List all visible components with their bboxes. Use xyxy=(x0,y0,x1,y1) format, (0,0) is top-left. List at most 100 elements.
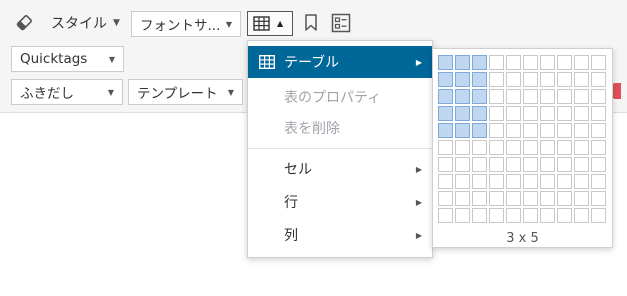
font-size-dropdown[interactable]: フォントサ... ▼ xyxy=(131,11,241,37)
menu-item-cell[interactable]: セル ▶ xyxy=(248,153,432,185)
grid-cell[interactable] xyxy=(455,72,470,87)
grid-cell[interactable] xyxy=(472,174,487,189)
grid-cell[interactable] xyxy=(540,140,555,155)
grid-cell[interactable] xyxy=(489,140,504,155)
grid-cell[interactable] xyxy=(438,174,453,189)
grid-cell[interactable] xyxy=(591,123,606,138)
grid-cell[interactable] xyxy=(506,123,521,138)
grid-cell[interactable] xyxy=(455,191,470,206)
grid-cell[interactable] xyxy=(438,89,453,104)
grid-cell[interactable] xyxy=(523,157,538,172)
menu-item-column[interactable]: 列 ▶ xyxy=(248,219,432,251)
grid-cell[interactable] xyxy=(472,140,487,155)
grid-cell[interactable] xyxy=(574,106,589,121)
grid-cell[interactable] xyxy=(489,72,504,87)
grid-cell[interactable] xyxy=(557,89,572,104)
fukidashi-dropdown[interactable]: ふきだし ▼ xyxy=(11,79,123,105)
grid-cell[interactable] xyxy=(591,140,606,155)
grid-cell[interactable] xyxy=(455,123,470,138)
quicktags-dropdown[interactable]: Quicktags ▼ xyxy=(11,46,124,72)
grid-cell[interactable] xyxy=(557,191,572,206)
grid-cell[interactable] xyxy=(438,123,453,138)
grid-cell[interactable] xyxy=(540,208,555,223)
grid-cell[interactable] xyxy=(438,191,453,206)
grid-cell[interactable] xyxy=(472,123,487,138)
grid-cell[interactable] xyxy=(557,106,572,121)
style-dropdown[interactable]: スタイル ▼ xyxy=(51,13,120,33)
grid-cell[interactable] xyxy=(557,140,572,155)
grid-cell[interactable] xyxy=(574,123,589,138)
grid-cell[interactable] xyxy=(574,89,589,104)
grid-cell[interactable] xyxy=(557,208,572,223)
grid-cell[interactable] xyxy=(557,123,572,138)
grid-cell[interactable] xyxy=(540,106,555,121)
eraser-icon[interactable] xyxy=(14,11,38,35)
grid-cell[interactable] xyxy=(455,174,470,189)
grid-cell[interactable] xyxy=(506,191,521,206)
grid-cell[interactable] xyxy=(455,208,470,223)
grid-cell[interactable] xyxy=(506,208,521,223)
grid-cell[interactable] xyxy=(506,157,521,172)
grid-cell[interactable] xyxy=(506,140,521,155)
grid-cell[interactable] xyxy=(591,55,606,70)
grid-cell[interactable] xyxy=(472,72,487,87)
grid-cell[interactable] xyxy=(557,72,572,87)
bookmark-button[interactable] xyxy=(300,12,322,34)
menu-item-row[interactable]: 行 ▶ xyxy=(248,186,432,218)
grid-cell[interactable] xyxy=(506,106,521,121)
table-button[interactable]: ▲ xyxy=(247,11,293,36)
grid-cell[interactable] xyxy=(523,191,538,206)
grid-cell[interactable] xyxy=(455,106,470,121)
grid-cell[interactable] xyxy=(438,157,453,172)
grid-cell[interactable] xyxy=(489,191,504,206)
grid-cell[interactable] xyxy=(489,157,504,172)
grid-cell[interactable] xyxy=(540,89,555,104)
grid-cell[interactable] xyxy=(574,157,589,172)
grid-cell[interactable] xyxy=(489,89,504,104)
grid-cell[interactable] xyxy=(489,208,504,223)
grid-cell[interactable] xyxy=(574,208,589,223)
grid-cell[interactable] xyxy=(506,89,521,104)
grid-cell[interactable] xyxy=(540,72,555,87)
grid-cell[interactable] xyxy=(523,55,538,70)
grid-cell[interactable] xyxy=(540,157,555,172)
grid-cell[interactable] xyxy=(506,55,521,70)
grid-cell[interactable] xyxy=(438,55,453,70)
grid-cell[interactable] xyxy=(523,174,538,189)
menu-item-table[interactable]: テーブル ▶ xyxy=(248,46,432,78)
grid-cell[interactable] xyxy=(591,174,606,189)
grid-cell[interactable] xyxy=(472,55,487,70)
grid-cell[interactable] xyxy=(506,174,521,189)
grid-cell[interactable] xyxy=(472,106,487,121)
grid-cell[interactable] xyxy=(557,55,572,70)
grid-cell[interactable] xyxy=(438,208,453,223)
grid-cell[interactable] xyxy=(438,106,453,121)
grid-cell[interactable] xyxy=(591,72,606,87)
grid-cell[interactable] xyxy=(489,55,504,70)
grid-cell[interactable] xyxy=(574,191,589,206)
grid-cell[interactable] xyxy=(540,123,555,138)
grid-cell[interactable] xyxy=(540,174,555,189)
grid-cell[interactable] xyxy=(540,191,555,206)
grid-cell[interactable] xyxy=(523,208,538,223)
template-dropdown[interactable]: テンプレート ▼ xyxy=(128,79,243,105)
grid-cell[interactable] xyxy=(557,174,572,189)
grid-cell[interactable] xyxy=(591,191,606,206)
grid-cell[interactable] xyxy=(455,140,470,155)
grid-cell[interactable] xyxy=(591,106,606,121)
grid-cell[interactable] xyxy=(489,106,504,121)
grid-cell[interactable] xyxy=(574,140,589,155)
grid-cell[interactable] xyxy=(455,157,470,172)
grid-cell[interactable] xyxy=(574,72,589,87)
grid-cell[interactable] xyxy=(472,157,487,172)
grid-cell[interactable] xyxy=(591,157,606,172)
grid-cell[interactable] xyxy=(523,140,538,155)
grid-cell[interactable] xyxy=(472,208,487,223)
grid-cell[interactable] xyxy=(489,174,504,189)
grid-cell[interactable] xyxy=(523,89,538,104)
grid-cell[interactable] xyxy=(523,123,538,138)
grid-cell[interactable] xyxy=(523,106,538,121)
grid-cell[interactable] xyxy=(455,55,470,70)
grid-cell[interactable] xyxy=(540,55,555,70)
grid-cell[interactable] xyxy=(506,72,521,87)
